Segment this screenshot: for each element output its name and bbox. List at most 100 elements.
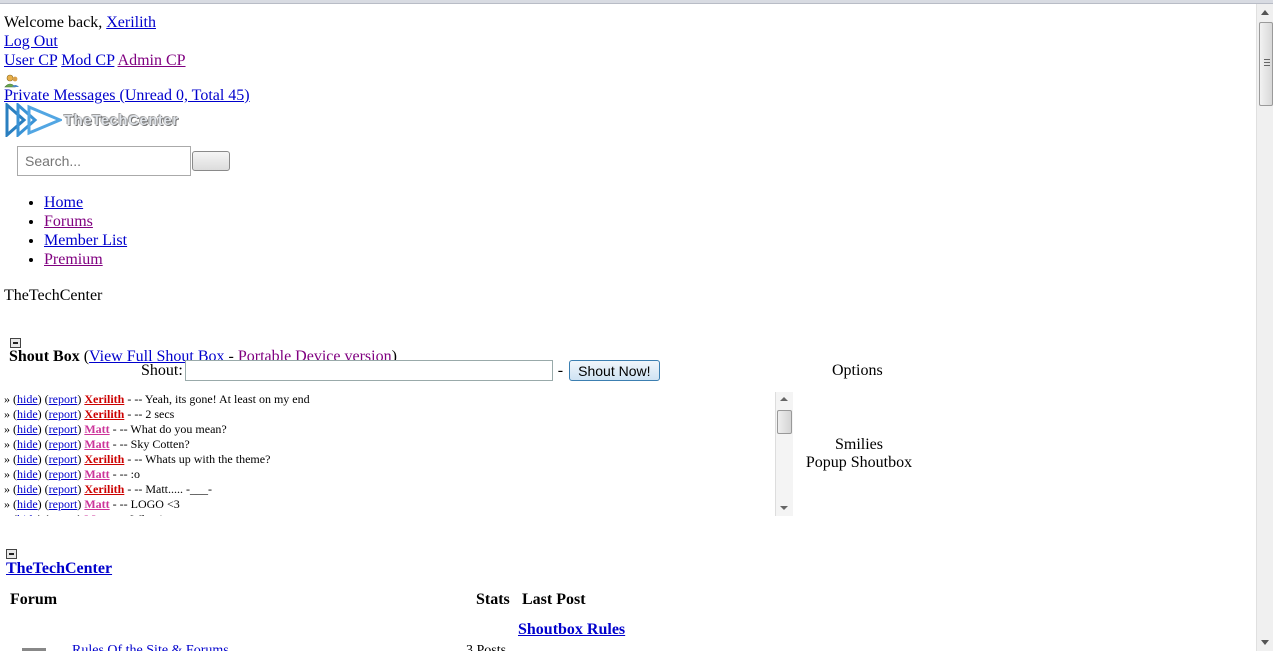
shout-row: » (hide) (report) Xerilith - -- Yeah, it… <box>4 392 310 406</box>
shout-bullet: » <box>4 497 10 511</box>
nav-home[interactable]: Home <box>44 194 83 211</box>
shout-bullet: » <box>4 422 10 436</box>
hide-link[interactable]: hide <box>17 437 38 451</box>
hide-link[interactable]: hide <box>17 422 38 436</box>
search-input[interactable] <box>17 146 191 176</box>
shout-row: » (hide) (report) Matt - -- Sky Cotten? <box>4 437 190 451</box>
report-link[interactable]: report <box>49 407 78 421</box>
report-link[interactable]: report <box>49 482 78 496</box>
shout-username[interactable]: Xerilith <box>84 392 124 406</box>
scrollbar-thumb[interactable] <box>777 410 792 434</box>
shoutbox-side-links: Smilies Popup Shoutbox <box>804 436 914 472</box>
shout-username[interactable]: Matt <box>84 512 109 516</box>
logout-link[interactable]: Log Out <box>4 33 58 50</box>
shout-bullet: » <box>4 392 10 406</box>
forum-link[interactable]: Rules Of the Site & Forums <box>72 643 229 651</box>
stats-column-header: Stats <box>476 591 510 608</box>
options-label: Options <box>832 362 883 379</box>
welcome-text: Welcome back, <box>4 14 103 31</box>
page-content: Welcome back, Xerilith Log Out User CP M… <box>4 13 1254 305</box>
shout-username[interactable]: Matt <box>84 467 109 481</box>
shout-row: » (hide) (report) Xerilith - -- 2 secs <box>4 407 175 421</box>
shout-row: » (hide) (report) Xerilith - -- Whats up… <box>4 452 271 466</box>
nav-forums[interactable]: Forums <box>44 213 93 230</box>
hide-link[interactable]: hide <box>17 497 38 511</box>
shout-message: - -- What do you mean? <box>112 422 227 436</box>
shout-username[interactable]: Matt <box>84 497 109 511</box>
hide-link[interactable]: hide <box>17 512 38 516</box>
popup-shoutbox-link[interactable]: Popup Shoutbox <box>804 454 914 472</box>
shout-message: - -- :o <box>112 467 140 481</box>
browser-top-edge <box>0 0 1273 4</box>
shout-label: Shout: <box>141 361 183 379</box>
shout-username[interactable]: Xerilith <box>84 407 124 421</box>
main-nav: Home Forums Member List Premium <box>4 193 1254 269</box>
shoutbox-title: Shout Box <box>9 348 80 365</box>
shout-bullet: » <box>4 512 10 516</box>
user-cp-link[interactable]: User CP <box>4 52 57 69</box>
scroll-up-icon[interactable] <box>780 397 788 401</box>
report-link[interactable]: report <box>49 512 78 516</box>
shout-message: - -- Sky Cotten? <box>112 437 190 451</box>
page-scroll-up-icon[interactable] <box>1261 10 1269 15</box>
mod-cp-link[interactable]: Mod CP <box>61 52 114 69</box>
forum-column-header: Forum <box>10 591 58 608</box>
shout-bullet: » <box>4 437 10 451</box>
shout-row: » (hide) (report) Matt - -- What do you … <box>4 422 227 436</box>
hide-link[interactable]: hide <box>17 467 38 481</box>
site-title: TheTechCenter <box>4 287 103 304</box>
shout-row: » (hide) (report) Xerilith - -- Matt....… <box>4 482 212 496</box>
site-logo[interactable]: TheTechCenter <box>4 103 1254 137</box>
shout-message: - -- Yeah, its gone! At least on my end <box>127 392 310 406</box>
shout-now-button[interactable]: Shout Now! <box>569 360 660 381</box>
search-form <box>17 146 1254 176</box>
shout-bullet: » <box>4 407 10 421</box>
shout-username[interactable]: Matt <box>84 422 109 436</box>
page-scroll-down-icon[interactable] <box>1261 640 1269 645</box>
hide-link[interactable]: hide <box>17 452 38 466</box>
shout-message: - -- What is <box>113 512 168 516</box>
nav-premium[interactable]: Premium <box>44 251 103 268</box>
shout-bullet: » <box>4 482 10 496</box>
logo-icon <box>5 103 62 137</box>
shout-bullet: » <box>4 452 10 466</box>
report-link[interactable]: report <box>49 422 78 436</box>
shout-username[interactable]: Xerilith <box>84 482 124 496</box>
welcome-line: Welcome back, Xerilith <box>4 13 1254 32</box>
scroll-down-icon[interactable] <box>780 506 788 510</box>
hide-link[interactable]: hide <box>17 392 38 406</box>
report-link[interactable]: report <box>49 497 78 511</box>
report-link[interactable]: report <box>49 467 78 481</box>
private-messages-link[interactable]: Private Messages (Unread 0, Total 45) <box>4 87 250 104</box>
page-scrollbar-thumb[interactable] <box>1259 22 1273 106</box>
shout-dash: - <box>557 361 564 379</box>
smilies-link[interactable]: Smilies <box>804 436 914 454</box>
shout-username[interactable]: Xerilith <box>84 452 124 466</box>
admin-cp-link[interactable]: Admin CP <box>118 52 186 69</box>
shout-username[interactable]: Matt <box>84 437 109 451</box>
shout-row: » (hide) (report) Matt - -- :o <box>4 467 140 481</box>
shout-list: » (hide) (report) Xerilith - -- Yeah, it… <box>4 392 792 516</box>
hide-link[interactable]: hide <box>17 407 38 421</box>
logo-text: TheTechCenter <box>64 111 179 129</box>
nav-member-list[interactable]: Member List <box>44 232 127 249</box>
page-scrollbar[interactable] <box>1256 4 1273 651</box>
category-link[interactable]: TheTechCenter <box>6 560 112 577</box>
shout-form: Shout: - Shout Now! <box>141 360 660 381</box>
shout-list-scrollbar[interactable] <box>775 392 793 516</box>
lastpost-link[interactable]: Shoutbox Rules <box>518 621 625 638</box>
username-link[interactable]: Xerilith <box>106 14 156 31</box>
shout-bullet: » <box>4 467 10 481</box>
report-link[interactable]: report <box>49 452 78 466</box>
shout-input[interactable] <box>184 360 553 381</box>
shout-message: - -- LOGO <3 <box>112 497 180 511</box>
report-link[interactable]: report <box>49 392 78 406</box>
shout-message: - -- 2 secs <box>127 407 175 421</box>
shout-message: - -- Whats up with the theme? <box>127 452 271 466</box>
hide-link[interactable]: hide <box>17 482 38 496</box>
forum-stats: 3 Posts <box>466 643 507 651</box>
search-button[interactable] <box>192 151 230 171</box>
forum-collapse-icon[interactable] <box>6 549 17 559</box>
shout-message: - -- Matt..... -___- <box>127 482 212 496</box>
report-link[interactable]: report <box>49 437 78 451</box>
